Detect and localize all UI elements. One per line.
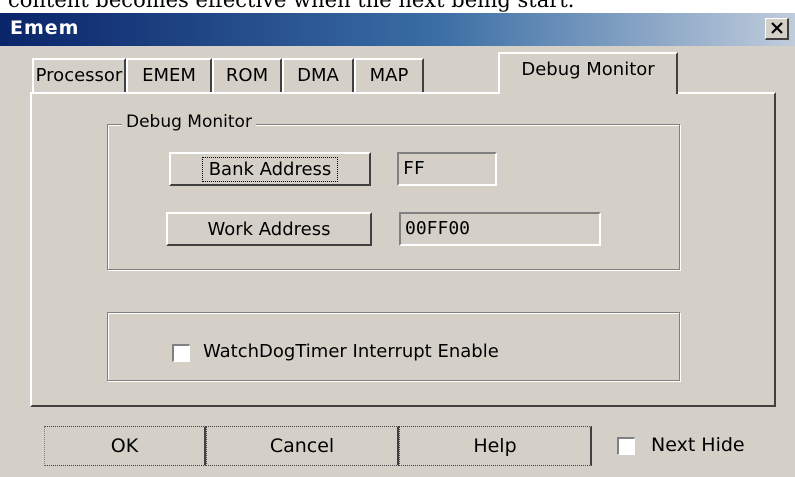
tab-label: DMA xyxy=(297,65,339,86)
tab-label: MAP xyxy=(369,65,409,86)
work-address-field[interactable]: 00FF00 xyxy=(399,212,601,246)
tab-dma[interactable]: DMA xyxy=(282,58,354,94)
tab-emem[interactable]: EMEM xyxy=(126,58,212,94)
close-icon xyxy=(770,22,783,34)
bank-address-button[interactable]: Bank Address xyxy=(169,152,371,186)
help-button-label: Help xyxy=(473,435,517,457)
bank-address-button-label: Bank Address xyxy=(201,156,339,182)
tab-label: EMEM xyxy=(142,65,196,86)
next-hide-checkbox[interactable] xyxy=(617,437,635,455)
tab-rom[interactable]: ROM xyxy=(212,58,282,94)
ok-button[interactable]: OK xyxy=(44,426,206,466)
help-button[interactable]: Help xyxy=(399,426,592,466)
bank-address-field[interactable]: FF xyxy=(397,152,497,186)
debug-monitor-group-label: Debug Monitor xyxy=(122,112,256,132)
watchdog-interrupt-label: WatchDogTimer Interrupt Enable xyxy=(203,341,499,362)
tab-label: Processor xyxy=(35,65,123,86)
tab-label: ROM xyxy=(225,65,269,86)
cancel-button-label: Cancel xyxy=(269,435,335,457)
tab-debug-monitor[interactable]: Debug Monitor xyxy=(498,52,678,94)
debug-monitor-group: Debug Monitor xyxy=(107,112,680,270)
tab-label: Debug Monitor xyxy=(521,59,655,80)
cancel-button[interactable]: Cancel xyxy=(206,426,399,466)
watchdog-interrupt-checkbox[interactable] xyxy=(172,344,190,362)
close-button[interactable] xyxy=(765,18,789,40)
tab-processor[interactable]: Processor xyxy=(32,58,126,94)
active-tab-join xyxy=(500,90,676,96)
emem-dialog: Emem Processor EMEM ROM DMA MAP Debug Mo… xyxy=(0,13,795,477)
tab-map[interactable]: MAP xyxy=(354,58,424,94)
next-hide-label: Next Hide xyxy=(651,434,745,456)
work-address-button[interactable]: Work Address xyxy=(166,212,372,246)
work-address-button-label: Work Address xyxy=(207,218,331,240)
ok-button-label: OK xyxy=(110,435,139,457)
document-caption-text: content becomes effective when the next … xyxy=(8,0,575,12)
window-title: Emem xyxy=(10,17,80,39)
title-bar[interactable]: Emem xyxy=(0,13,795,46)
